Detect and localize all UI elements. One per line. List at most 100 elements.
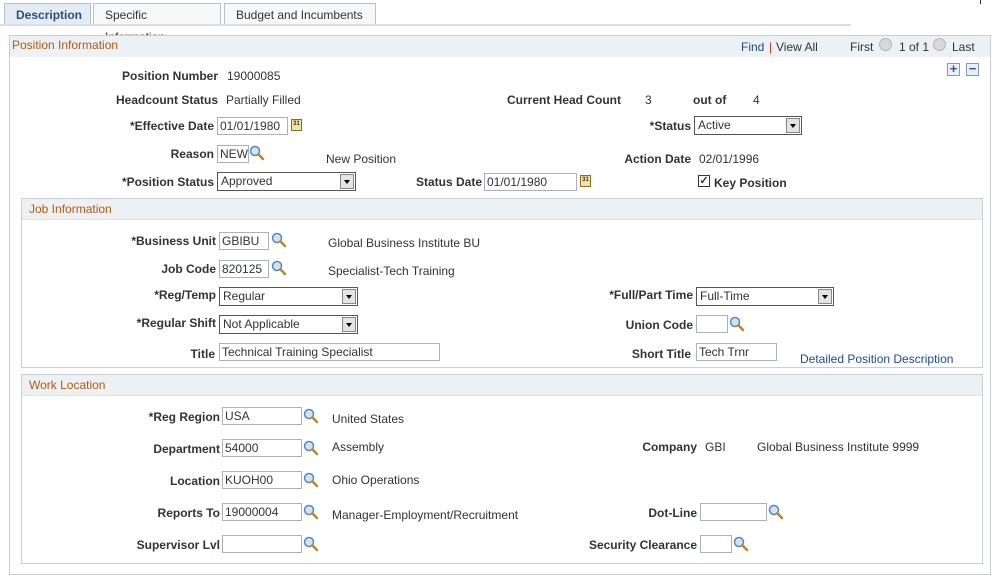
regular-shift-select[interactable]: Not Applicable — [219, 315, 358, 334]
search-icon[interactable] — [729, 316, 745, 332]
company-description: Global Business Institute 9999 — [757, 440, 920, 454]
reg-region-label: *Reg Region — [148, 410, 220, 424]
current-head-count-label: Current Head Count — [507, 93, 621, 107]
calendar-icon[interactable]: 31 — [580, 175, 591, 187]
search-icon[interactable] — [303, 504, 319, 520]
reg-region-input[interactable]: USA — [222, 407, 302, 425]
search-icon[interactable] — [271, 232, 287, 248]
location-label: Location — [170, 474, 220, 488]
reports-to-description: Manager-Employment/Recruitment — [332, 508, 519, 522]
supervisor-lvl-input[interactable] — [222, 535, 302, 553]
department-input[interactable]: 54000 — [222, 439, 302, 457]
tab-budget-and-incumbents[interactable]: Budget and Incumbents — [224, 3, 376, 25]
title-label: Title — [190, 347, 215, 361]
tab-specific-information[interactable]: Specific Information — [93, 3, 221, 44]
chevron-down-icon — [786, 118, 800, 133]
reg-region-description: United States — [332, 412, 405, 426]
job-information-section — [21, 198, 983, 368]
row-count: 1 of 1 — [899, 40, 930, 54]
department-description: Assembly — [332, 440, 385, 454]
tab-description[interactable]: Description — [4, 3, 91, 26]
nav-separator: | — [769, 40, 773, 54]
section-title: Position Information — [12, 38, 119, 52]
status-date-input[interactable]: 01/01/1980 — [484, 173, 577, 191]
key-position-label: Key Position — [714, 176, 787, 190]
headcount-status-value: Partially Filled — [226, 93, 301, 107]
regular-shift-label: *Regular Shift — [136, 316, 216, 330]
chevron-down-icon — [818, 289, 832, 304]
next-arrow-icon[interactable] — [933, 38, 946, 51]
location-input[interactable]: KUOH00 — [222, 471, 302, 489]
status-select[interactable]: Active — [694, 116, 802, 135]
search-icon[interactable] — [271, 260, 287, 276]
company-value: GBI — [705, 440, 726, 454]
company-label: Company — [642, 440, 697, 454]
union-code-label: Union Code — [625, 318, 693, 332]
title-input[interactable]: Technical Training Specialist — [219, 343, 440, 361]
status-label: *Status — [649, 119, 691, 133]
reg-temp-label: *Reg/Temp — [154, 288, 216, 302]
location-description: Ohio Operations — [332, 473, 420, 487]
dot-line-label: Dot-Line — [648, 506, 697, 520]
detailed-position-description-link[interactable]: Detailed Position Description — [800, 352, 953, 366]
reg-temp-value: Regular — [223, 289, 266, 303]
position-status-label: *Position Status — [121, 175, 214, 189]
search-icon[interactable] — [768, 504, 784, 520]
position-status-select[interactable]: Approved — [217, 172, 356, 191]
search-icon[interactable] — [303, 440, 319, 456]
add-row-button[interactable]: + — [947, 62, 960, 76]
previous-arrow-icon[interactable] — [879, 38, 892, 51]
reason-input[interactable]: NEW — [217, 145, 249, 163]
headcount-status-label: Headcount Status — [115, 93, 218, 107]
security-clearance-label: Security Clearance — [588, 538, 697, 552]
reports-to-input[interactable]: 19000004 — [222, 503, 302, 521]
security-clearance-input[interactable] — [700, 535, 732, 553]
full-part-time-value: Full-Time — [700, 289, 750, 303]
chevron-down-icon — [340, 174, 354, 189]
search-icon[interactable] — [249, 145, 265, 161]
job-code-label: Job Code — [161, 262, 216, 276]
view-all-link[interactable]: View All — [776, 40, 818, 54]
position-number-value: 19000085 — [227, 69, 281, 83]
status-value: Active — [698, 118, 731, 132]
full-part-time-select[interactable]: Full-Time — [696, 287, 834, 306]
search-icon[interactable] — [733, 536, 749, 552]
work-location-header — [22, 375, 982, 396]
job-information-header — [22, 199, 982, 220]
search-icon[interactable] — [303, 408, 319, 424]
find-link[interactable]: Find — [741, 40, 764, 54]
union-code-input[interactable] — [696, 315, 728, 333]
last-label: Last — [952, 40, 975, 54]
delete-row-button[interactable]: − — [966, 62, 979, 76]
dot-line-input[interactable] — [700, 503, 767, 521]
business-unit-label: *Business Unit — [131, 234, 216, 248]
search-icon[interactable] — [303, 472, 319, 488]
effective-date-input[interactable]: 01/01/1980 — [217, 117, 288, 135]
reason-description: New Position — [326, 152, 397, 166]
search-icon[interactable] — [303, 536, 319, 552]
short-title-label: Short Title — [631, 347, 691, 361]
effective-date-label: *Effective Date — [129, 119, 214, 133]
calendar-icon[interactable]: 31 — [291, 119, 302, 131]
key-position-checkbox[interactable]: ✓ — [698, 175, 710, 187]
current-head-count-value: 3 — [645, 93, 652, 107]
short-title-input[interactable]: Tech Trnr — [696, 343, 777, 361]
job-code-description: Specialist-Tech Training — [328, 264, 455, 278]
work-location-title: Work Location — [29, 378, 106, 392]
department-label: Department — [153, 442, 220, 456]
edge-mark — [980, 0, 981, 4]
action-date-label: Action Date — [624, 152, 691, 166]
business-unit-input[interactable]: GBIBU — [219, 232, 269, 250]
action-date-value: 02/01/1996 — [699, 152, 760, 166]
reports-to-label: Reports To — [157, 506, 220, 520]
chevron-down-icon — [342, 289, 356, 304]
tab-underline — [0, 24, 851, 26]
job-information-title: Job Information — [29, 202, 112, 216]
section-header — [10, 36, 990, 57]
job-code-input[interactable]: 820125 — [219, 260, 269, 278]
max-head-count-value: 4 — [753, 93, 760, 107]
out-of-label: out of — [693, 93, 727, 107]
reg-temp-select[interactable]: Regular — [219, 287, 358, 306]
reason-label: Reason — [170, 147, 214, 161]
business-unit-description: Global Business Institute BU — [328, 236, 481, 250]
